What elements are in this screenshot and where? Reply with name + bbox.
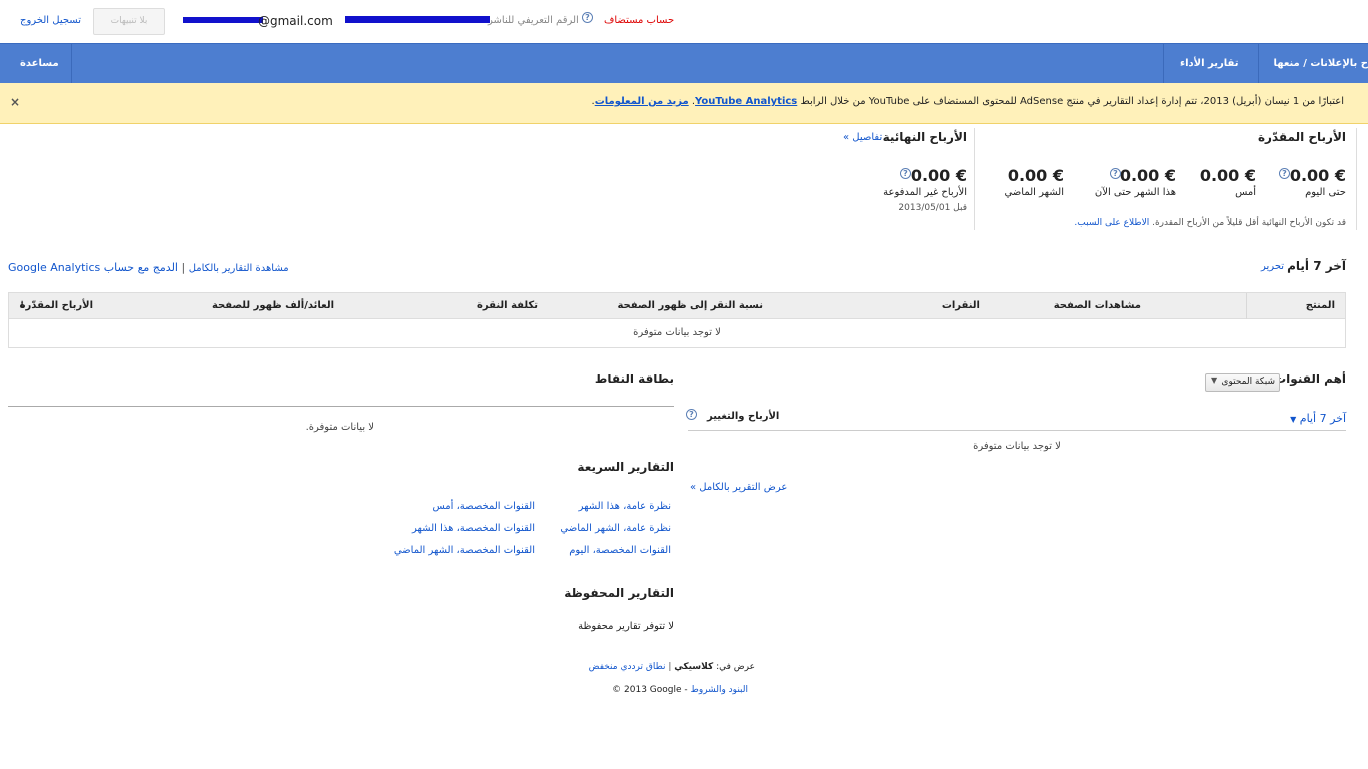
quick-report-link[interactable]: نظرة عامة، الشهر الماضي [560,523,671,534]
nav-performance-reports[interactable]: تقارير الأداء [1180,44,1238,83]
nav-allow-block-ads[interactable]: ح بالإعلانات / منعها [1272,44,1368,83]
help-icon[interactable]: ? [1110,168,1121,179]
view-mode-switcher: عرض في: كلاسيكي | نطاق ترددي منخفض [588,662,755,672]
table-empty-message: لا توجد بيانات متوفرة [633,327,721,338]
quick-reports-title: التقارير السريعة [577,460,674,474]
channel-type-dropdown[interactable]: شبكة المحتوى ▼ [1205,373,1280,392]
unpaid-earnings-label: الأرباح غير المدفوعة [883,187,967,198]
classic-mode: كلاسيكي [674,662,714,672]
dropdown-value: شبكة المحتوى [1221,377,1275,387]
unpaid-earnings-date: قبل 2013/05/01 [898,203,967,213]
redacted-publisher-mark [345,16,490,23]
channels-period-label: آخر 7 أيام [1299,412,1346,425]
view-full-reports-link[interactable]: مشاهدة التقارير بالكامل [189,263,289,274]
footer-dash: - [684,685,688,695]
column-divider [1246,293,1247,319]
report-links: مشاهدة التقارير بالكامل | الدمج مع حساب … [8,261,289,274]
earnings-last-month-label: الشهر الماضي [1004,187,1064,198]
estimated-earnings-title: الأرباح المقدّرة [1257,130,1346,144]
top-bar: تسجيل الخروج بلا تنبيهات @gmail.com الرق… [0,0,1368,43]
table-header: المنتج مشاهدات الصفحة النقرات نسبة النقر… [9,293,1345,319]
col-page-views[interactable]: مشاهدات الصفحة [1054,300,1141,311]
channels-divider [688,430,1346,431]
publisher-id-label: الرقم التعريفي للناشر [488,15,579,26]
channels-empty-message: لا توجد بيانات متوفرة [973,441,1061,452]
low-bandwidth-link[interactable]: نطاق ترددي منخفض [589,662,666,672]
why-link[interactable]: الاطلاع على السبب. [1074,218,1149,228]
saved-reports-title: التقارير المحفوظة [564,586,674,600]
details-link[interactable]: تفاصيل » [843,132,882,143]
chevron-down-icon: ▼ [1290,415,1297,424]
scorecard-title: بطاقة النقاط [594,372,674,386]
scorecard-divider [8,406,674,407]
more-info-link[interactable]: مزيد من المعلومات [595,96,689,107]
quick-report-link[interactable]: القنوات المخصصة، اليوم [569,545,671,556]
col-estimated-earnings[interactable]: الأرباح المقدّرة [20,300,93,311]
sort-arrow-icon[interactable]: ↓ [18,300,26,311]
main-nav: مساعدة تقارير الأداء ح بالإعلانات / منعه… [0,43,1368,83]
redacted-email-mark [183,17,263,23]
copyright: © 2013 Google [612,685,682,695]
earnings-this-month-value: 0.00 € [1119,166,1176,185]
help-icon[interactable]: ? [1279,168,1290,179]
logout-link[interactable]: تسجيل الخروج [20,15,81,26]
top-channels-title: أهم القنوات [1274,372,1346,386]
quick-report-link[interactable]: القنوات المخصصة، هذا الشهر [412,523,535,534]
nav-divider [71,44,72,83]
quick-report-link[interactable]: نظرة عامة، هذا الشهر [579,501,671,512]
report-table: المنتج مشاهدات الصفحة النقرات نسبة النقر… [8,292,1346,348]
chevron-down-icon: ▼ [1211,376,1218,385]
earnings-yesterday-label: أمس [1235,187,1256,198]
col-product[interactable]: المنتج [1306,300,1335,311]
edit-link[interactable]: تحرير [1261,261,1284,272]
scorecard-empty-message: لا بيانات متوفرة. [305,422,374,433]
col-clicks[interactable]: النقرات [942,300,980,311]
channels-period-dropdown[interactable]: آخر 7 أيام ▼ [1290,412,1346,425]
col-rpm[interactable]: العائد/ألف ظهور للصفحة [212,300,334,311]
full-report-link[interactable]: عرض التقرير بالكامل » [690,482,787,493]
section-divider [1356,128,1357,230]
help-icon[interactable]: ? [686,409,697,420]
saved-reports-empty-message: لا تتوفر تقارير محفوظة [578,621,674,632]
help-icon[interactable]: ? [900,168,911,179]
report-period-title: آخر 7 أيام [1287,259,1346,273]
help-icon[interactable]: ? [582,12,593,23]
notice-banner: × اعتبارًا من 1 نيسان (أبريل) 2013، تتم … [0,83,1368,124]
banner-message: اعتبارًا من 1 نيسان (أبريل) 2013، تتم إد… [591,96,1344,107]
view-in-label: عرض في: [716,662,755,672]
finalized-earnings-title: الأرباح النهائية [882,130,967,144]
earnings-this-month-label: هذا الشهر حتى الآن [1094,187,1176,198]
estimated-note-text: قد تكون الأرباح النهائية أقل قليلاً من ا… [1152,218,1346,228]
earnings-yesterday-value: 0.00 € [1199,166,1256,185]
earnings-change-header: الأرباح والتغيير [707,411,780,422]
section-divider [974,128,975,230]
nav-divider [1258,44,1259,83]
estimated-note: قد تكون الأرباح النهائية أقل قليلاً من ا… [1074,218,1346,228]
account-email: @gmail.com [258,14,333,28]
integrate-analytics-link[interactable]: الدمج مع حساب Google Analytics [8,261,178,274]
footer-legal: البنود والشروط - © 2013 Google [612,685,748,695]
earnings-today-value: 0.00 € [1289,166,1346,185]
hosted-account-link[interactable]: حساب مستضاف [604,15,674,26]
quick-report-link[interactable]: القنوات المخصصة، أمس [433,501,536,512]
notifications-button[interactable]: بلا تنبيهات [93,8,165,35]
link-separator: | [181,261,186,274]
nav-divider [1163,44,1164,83]
youtube-analytics-link[interactable]: YouTube Analytics [695,96,797,107]
earnings-last-month-value: 0.00 € [1007,166,1064,185]
close-icon[interactable]: × [10,95,20,109]
col-cpc[interactable]: تكلفة النقرة [477,300,538,311]
quick-report-link[interactable]: القنوات المخصصة، الشهر الماضي [394,545,535,556]
banner-text: اعتبارًا من 1 نيسان (أبريل) 2013، تتم إد… [800,96,1344,107]
earnings-today-label: حتى اليوم [1305,187,1346,198]
terms-link[interactable]: البنود والشروط [691,685,748,695]
nav-help[interactable]: مساعدة [20,44,59,83]
col-ctr[interactable]: نسبة النقر إلى ظهور الصفحة [617,300,763,311]
unpaid-earnings-value: 0.00 € [910,166,967,185]
